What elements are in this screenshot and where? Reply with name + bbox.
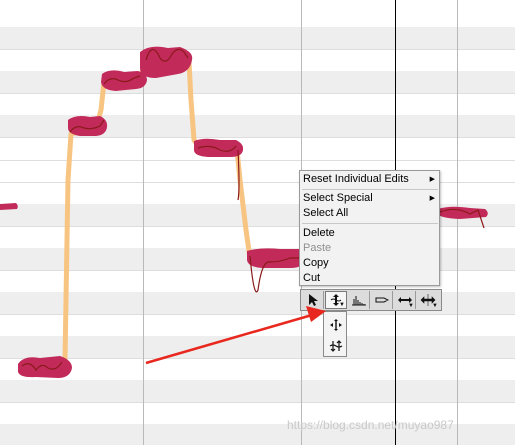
note-blob[interactable] (194, 138, 244, 157)
menu-item-label: Reset Individual Edits (303, 173, 409, 185)
pitch-drift-icon (329, 339, 342, 352)
watermark-text: https://blog.csdn.net/muyao987 (287, 418, 454, 432)
menu-item-label: Select All (303, 207, 349, 219)
note-editor-canvas[interactable]: Reset Individual Edits ▶ Select Special … (0, 0, 515, 445)
menu-item-copy[interactable]: Copy (303, 256, 437, 271)
menu-item-label: Paste (303, 242, 332, 254)
menu-separator (302, 223, 438, 224)
menu-item-label: Copy (303, 257, 329, 269)
formant-tool-button[interactable] (348, 291, 370, 309)
pitch-subtool-menu (323, 311, 347, 357)
dropdown-triangle-icon: ▼ (432, 303, 438, 309)
submenu-arrow-icon: ▶ (429, 176, 435, 183)
pitch-modulation-tool-button[interactable] (326, 315, 345, 334)
formant-icon (351, 296, 366, 306)
tool-toolbar: ▼ ▼ ▼ (300, 289, 442, 311)
menu-item-label: Delete (303, 227, 335, 239)
pointer-arrow-icon (308, 294, 318, 306)
context-menu: Reset Individual Edits ▶ Select Special … (299, 170, 440, 286)
menu-separator (302, 189, 438, 190)
menu-item-select-special[interactable]: Select Special ▶ (303, 191, 437, 206)
menu-item-cut[interactable]: Cut (303, 271, 437, 286)
dropdown-triangle-icon: ▼ (408, 303, 414, 309)
pitch-modulation-icon (329, 318, 342, 331)
main-tool-button[interactable] (302, 291, 324, 309)
note-blob[interactable] (140, 46, 193, 78)
pitch-tool-button[interactable]: ▼ (325, 291, 347, 309)
dropdown-triangle-icon: ▼ (339, 302, 345, 308)
amplitude-tool-button[interactable] (371, 291, 393, 309)
menu-item-paste: Paste (303, 241, 437, 256)
menu-item-label: Cut (303, 272, 321, 284)
menu-item-delete[interactable]: Delete (303, 226, 437, 241)
menu-item-label: Select Special (303, 192, 373, 204)
pitch-center-line (59, 55, 305, 369)
separation-tool-button[interactable]: ▼ (417, 291, 439, 309)
menu-item-select-all[interactable]: Select All (303, 206, 437, 221)
menu-item-reset-individual-edits[interactable]: Reset Individual Edits ▶ (303, 172, 437, 187)
amplitude-icon (375, 297, 389, 303)
note-blob[interactable] (0, 203, 18, 210)
pitch-drift-tool-button[interactable] (326, 336, 345, 355)
submenu-arrow-icon: ▶ (429, 195, 435, 202)
time-tool-button[interactable]: ▼ (394, 291, 416, 309)
note-blob[interactable] (68, 116, 108, 136)
note-blob[interactable] (18, 356, 72, 378)
